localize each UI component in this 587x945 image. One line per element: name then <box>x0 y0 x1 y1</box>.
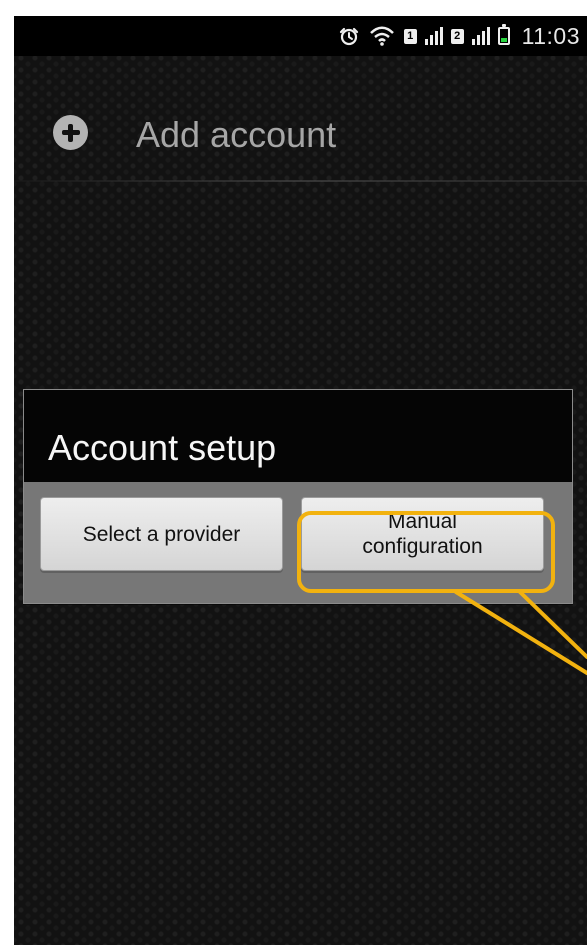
add-account-label: Add account <box>136 114 337 155</box>
add-account-row[interactable]: Add account <box>14 86 587 181</box>
signal-icon <box>424 27 443 45</box>
account-setup-dialog: Account setup Select a provider Manual c… <box>23 389 573 604</box>
list-divider <box>14 180 587 182</box>
sim-2-icon: 2 <box>450 28 464 44</box>
status-time: 11:03 <box>521 22 580 49</box>
dialog-header: Account setup <box>24 390 572 482</box>
plus-icon <box>53 115 88 150</box>
battery-level <box>500 38 507 42</box>
battery-icon <box>497 24 510 45</box>
dialog-title: Account setup <box>48 427 277 468</box>
select-provider-button[interactable]: Select a provider <box>40 497 283 571</box>
dialog-button-bar: Select a provider Manual configuration <box>24 482 572 603</box>
alarm-icon <box>338 24 360 48</box>
signal-icon <box>471 27 490 45</box>
manual-configuration-button[interactable]: Manual configuration <box>301 497 544 571</box>
status-bar: 1 2 11:03 <box>14 16 587 56</box>
manual-configuration-label: Manual configuration <box>362 510 483 558</box>
sim-1-icon: 1 <box>403 28 417 44</box>
wifi-icon <box>368 24 396 48</box>
